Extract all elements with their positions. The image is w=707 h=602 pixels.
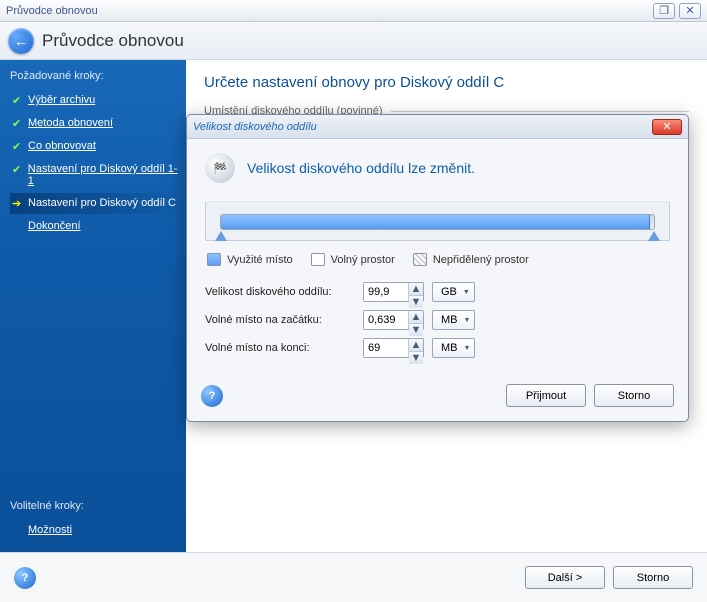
window-title: Průvodce obnovou: [6, 5, 98, 17]
size-down-button[interactable]: ▼: [409, 296, 423, 308]
chevron-up-icon: ▲: [411, 339, 422, 351]
slider-handle-left[interactable]: [215, 231, 227, 241]
sidebar: Požadované kroky: ✔ Výběr archivu ✔ Meto…: [0, 60, 186, 552]
chevron-down-icon: ▼: [411, 296, 422, 308]
legend-free-label: Volný prostor: [331, 254, 395, 266]
size-unit-select[interactable]: GB ▼: [432, 282, 475, 302]
dialog-cancel-button[interactable]: Storno: [594, 384, 674, 407]
page-title: Průvodce obnovou: [42, 31, 184, 51]
after-input[interactable]: [364, 339, 408, 357]
back-arrow-icon: ←: [14, 33, 28, 49]
after-down-button[interactable]: ▼: [409, 352, 423, 364]
step-label: Dokončení: [28, 220, 81, 232]
size-up-button[interactable]: ▲: [409, 283, 423, 296]
step-partition-1-1[interactable]: ✔ Nastavení pro Diskový oddíl 1-1: [10, 159, 186, 191]
chevron-down-icon: ▼: [463, 289, 470, 296]
chevron-down-icon: ▼: [411, 352, 422, 364]
close-icon: ✕: [662, 120, 671, 133]
chevron-down-icon: ▼: [464, 317, 471, 324]
window-restore-button[interactable]: ❐: [653, 3, 675, 19]
before-up-button[interactable]: ▲: [409, 311, 423, 324]
before-down-button[interactable]: ▼: [409, 324, 423, 336]
before-input[interactable]: [364, 311, 408, 329]
after-unit-select[interactable]: MB ▼: [432, 338, 475, 358]
help-icon: ?: [209, 390, 216, 402]
back-button[interactable]: ←: [8, 28, 34, 54]
size-spinner[interactable]: ▲ ▼: [363, 282, 424, 302]
partition-slider-fill: [221, 215, 650, 229]
slider-handle-right[interactable]: [648, 231, 660, 241]
step-label: Nastavení pro Diskový oddíl C: [28, 197, 176, 209]
before-unit-select[interactable]: MB ▼: [432, 310, 475, 330]
after-up-button[interactable]: ▲: [409, 339, 423, 352]
step-label: Nastavení pro Diskový oddíl 1-1: [28, 163, 180, 187]
legend-used: Využité místo: [207, 253, 293, 266]
step-finish[interactable]: • Dokončení: [10, 216, 186, 236]
after-spinner[interactable]: ▲ ▼: [363, 338, 424, 358]
dialog-titlebar: Velikost diskového oddílu ✕: [187, 115, 688, 139]
dialog-close-button[interactable]: ✕: [652, 119, 682, 135]
check-icon: ✔: [12, 117, 22, 130]
swatch-free-icon: [311, 253, 325, 266]
step-options[interactable]: • Možnosti: [10, 520, 186, 540]
step-label: Možnosti: [28, 524, 72, 536]
swatch-used-icon: [207, 253, 221, 266]
legend-unalloc: Nepřidělený prostor: [413, 253, 529, 266]
flag-icon: 🏁: [205, 153, 235, 183]
required-steps-label: Požadované kroky:: [10, 70, 186, 82]
legend-unalloc-label: Nepřidělený prostor: [433, 254, 529, 266]
dialog-help-button[interactable]: ?: [201, 385, 223, 407]
cancel-button[interactable]: Storno: [613, 566, 693, 589]
window-close-button[interactable]: ✕: [679, 3, 701, 19]
step-method[interactable]: ✔ Metoda obnovení: [10, 113, 186, 134]
arrow-icon: ➔: [12, 197, 22, 210]
after-label: Volné místo na konci:: [205, 342, 355, 354]
size-label: Velikost diskového oddílu:: [205, 286, 355, 298]
dialog-title: Velikost diskového oddílu: [193, 121, 317, 133]
step-label: Výběr archivu: [28, 94, 95, 106]
close-icon: ✕: [685, 4, 694, 17]
size-input[interactable]: [364, 283, 408, 301]
dialog-heading: Velikost diskového oddílu lze změnit.: [247, 160, 475, 176]
before-spinner[interactable]: ▲ ▼: [363, 310, 424, 330]
before-label: Volné místo na začátku:: [205, 314, 355, 326]
partition-slider-frame: [205, 201, 670, 241]
step-partition-c[interactable]: ➔ Nastavení pro Diskový oddíl C: [10, 193, 186, 214]
step-archive[interactable]: ✔ Výběr archivu: [10, 90, 186, 111]
chevron-down-icon: ▼: [411, 324, 422, 336]
legend: Využité místo Volný prostor Nepřidělený …: [207, 253, 668, 266]
chevron-down-icon: ▼: [464, 345, 471, 352]
unit-label: MB: [441, 342, 458, 354]
swatch-unalloc-icon: [413, 253, 427, 266]
wizard-header: ← Průvodce obnovou: [0, 22, 707, 60]
unit-label: MB: [441, 314, 458, 326]
check-icon: ✔: [12, 94, 22, 107]
step-label: Metoda obnovení: [28, 117, 113, 129]
step-label: Co obnovovat: [28, 140, 96, 152]
help-icon: ?: [22, 572, 29, 584]
main-heading: Určete nastavení obnovy pro Diskový oddí…: [204, 74, 689, 91]
partition-slider[interactable]: [220, 214, 655, 230]
help-button[interactable]: ?: [14, 567, 36, 589]
optional-steps-label: Volitelné kroky:: [10, 500, 186, 512]
accept-button[interactable]: Přijmout: [506, 384, 586, 407]
check-icon: ✔: [12, 140, 22, 153]
wizard-footer: ? Další > Storno: [0, 552, 707, 602]
next-button[interactable]: Další >: [525, 566, 605, 589]
chevron-up-icon: ▲: [411, 283, 422, 295]
check-icon: ✔: [12, 163, 22, 176]
main-panel: Určete nastavení obnovy pro Diskový oddí…: [186, 60, 707, 552]
legend-free: Volný prostor: [311, 253, 395, 266]
window-titlebar: Průvodce obnovou ❐ ✕: [0, 0, 707, 22]
legend-used-label: Využité místo: [227, 254, 293, 266]
chevron-up-icon: ▲: [411, 311, 422, 323]
unit-label: GB: [441, 286, 457, 298]
partition-size-dialog: Velikost diskového oddílu ✕ 🏁 Velikost d…: [186, 114, 689, 422]
restore-icon: ❐: [659, 4, 669, 17]
step-what[interactable]: ✔ Co obnovovat: [10, 136, 186, 157]
